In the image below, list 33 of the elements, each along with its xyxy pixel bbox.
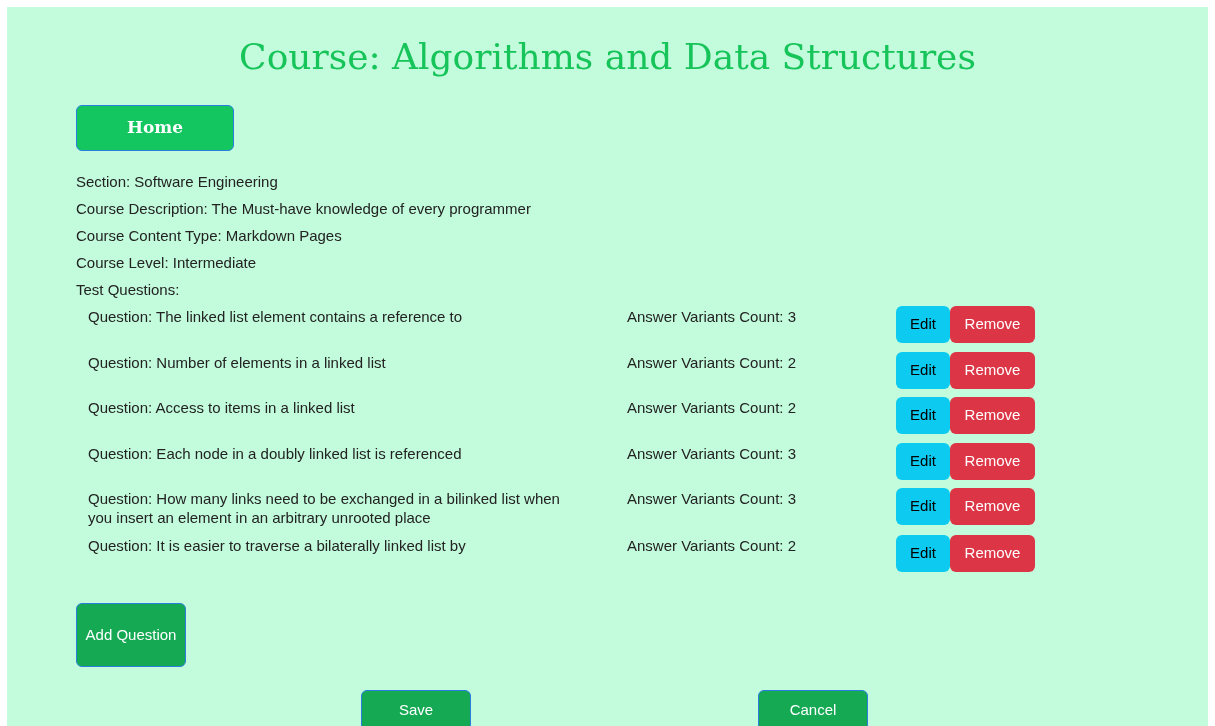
remove-button[interactable]: Remove	[950, 535, 1035, 572]
edit-button[interactable]: Edit	[896, 535, 950, 572]
answer-count-text: Answer Variants Count: 3	[627, 443, 797, 463]
remove-button[interactable]: Remove	[950, 306, 1035, 343]
edit-button[interactable]: Edit	[896, 488, 950, 525]
question-text: Question: How many links need to be exchanged in a bilinked list when you insert an element in an arbitrary unrooted place	[88, 489, 561, 527]
question-text: Question: The linked list element contains a reference to	[88, 307, 464, 326]
edit-button[interactable]: Edit	[896, 397, 950, 434]
question-text: Question: Access to items in a linked list	[88, 398, 356, 417]
remove-button[interactable]: Remove	[950, 442, 1035, 480]
remove-button[interactable]: Remove	[950, 397, 1035, 434]
remove-button[interactable]: Remove	[950, 488, 1035, 525]
answer-count-text: Answer Variants Count: 3	[627, 489, 797, 508]
detail-text: Course Content Type: Markdown Pages	[76, 226, 343, 246]
page-title: Course: Algorithms and Data Structures	[239, 35, 976, 79]
add-question-button[interactable]: Add Question	[76, 602, 186, 667]
answer-count-text: Answer Variants Count: 3	[627, 307, 797, 326]
detail-text: Course Description: The Must-have knowledge of every programmer	[76, 199, 532, 219]
question-text: Question: It is easier to traverse a bilaterally linked list by	[88, 536, 467, 555]
answer-count-text: Answer Variants Count: 2	[627, 536, 797, 555]
cancel-button[interactable]: Cancel	[758, 689, 868, 726]
edit-button[interactable]: Edit	[896, 442, 950, 480]
detail-text: Course Level: Intermediate	[76, 253, 258, 273]
answer-count-text: Answer Variants Count: 2	[627, 352, 797, 372]
detail-text: Test Questions:	[76, 280, 181, 300]
save-button[interactable]: Save	[361, 689, 471, 726]
question-text: Question: Each node in a doubly linked list is referenced	[88, 443, 463, 463]
edit-button[interactable]: Edit	[896, 306, 950, 343]
edit-button[interactable]: Edit	[896, 351, 950, 389]
detail-text: Section: Software Engineering	[76, 172, 279, 192]
question-text: Question: Number of elements in a linked list	[88, 352, 387, 372]
remove-button[interactable]: Remove	[950, 351, 1035, 389]
answer-count-text: Answer Variants Count: 2	[627, 398, 797, 417]
